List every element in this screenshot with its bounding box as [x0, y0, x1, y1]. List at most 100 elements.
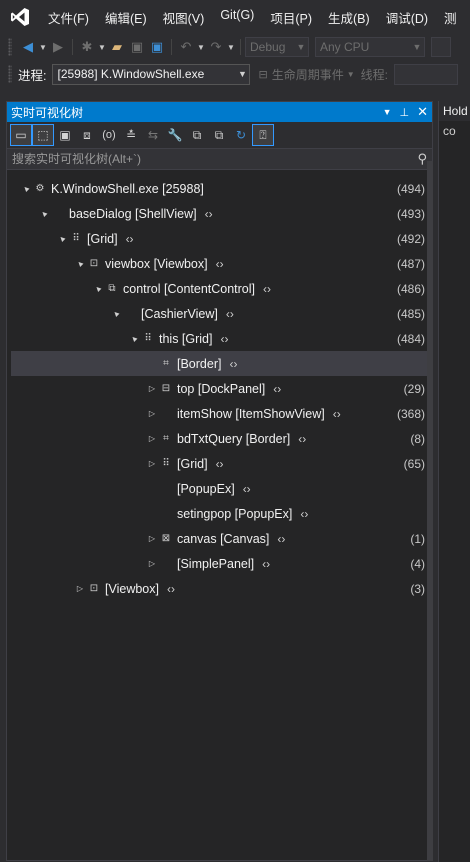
collapse-arrow-icon[interactable]: ▲ [36, 205, 52, 221]
go-to-source-icon[interactable]: ‹› [277, 532, 285, 546]
show-in-app-toolbar-icon[interactable]: ▭ [10, 124, 32, 146]
tree-row[interactable]: [PopupEx] ‹› [11, 476, 427, 501]
toolbar-grip[interactable] [8, 65, 12, 83]
go-to-source-icon[interactable]: ‹› [298, 432, 306, 446]
menu-item[interactable]: 编辑(E) [97, 8, 155, 27]
tree-node-label: [Grid] [177, 456, 208, 471]
tree-row[interactable]: ▲ ⠿ [Grid] ‹› (492) [11, 226, 427, 251]
tree-row[interactable]: ⌗ [Border] ‹› [11, 351, 427, 376]
save-icon[interactable]: ▣ [127, 37, 147, 57]
tree-row[interactable]: ▲ ⚙ K.WindowShell.exe [25988] (494) [11, 176, 427, 201]
chevron-down-icon[interactable]: ▼ [347, 70, 355, 79]
dropdown-arrow-icon[interactable]: ▼ [196, 37, 206, 57]
tree-row[interactable]: ▲ ⊡ viewbox [Viewbox] ‹› (487) [11, 251, 427, 276]
search-input[interactable] [12, 152, 392, 166]
go-to-source-icon[interactable]: ‹› [216, 257, 224, 271]
tree-row[interactable]: ▷ [SimplePanel] ‹› (4) [11, 551, 427, 576]
go-to-source-icon[interactable]: ‹› [273, 382, 281, 396]
tree-row[interactable]: ▷ ⌗ bdTxtQuery [Border] ‹› (8) [11, 426, 427, 451]
collapse-arrow-icon[interactable]: ▲ [126, 330, 142, 346]
go-to-source-icon[interactable]: ‹› [262, 557, 270, 571]
undo-icon[interactable]: ↶ [176, 37, 196, 57]
go-to-source-icon[interactable]: ‹› [263, 282, 271, 296]
binding-failures-icon[interactable]: (o) [98, 124, 120, 146]
dropdown-arrow-icon[interactable]: ▼ [226, 37, 236, 57]
toggle-preview-icon[interactable]: ⇆ [142, 124, 164, 146]
tree-row[interactable]: ▲ ⧉ control [ContentControl] ‹› (486) [11, 276, 427, 301]
tree-row[interactable]: setingpop [PopupEx] ‹› [11, 501, 427, 526]
collapse-arrow-icon[interactable]: ▲ [108, 305, 124, 321]
settings-wrench-icon[interactable]: 🔧 [164, 124, 186, 146]
tree-row[interactable]: ▲ ⠿ this [Grid] ‹› (484) [11, 326, 427, 351]
tree-row[interactable]: ▷ ⊟ top [DockPanel] ‹› (29) [11, 376, 427, 401]
track-focused-element-icon[interactable]: ⧈ [76, 124, 98, 146]
open-folder-icon[interactable]: ▰ [107, 37, 127, 57]
close-icon[interactable]: ✕ [417, 104, 428, 120]
tree-row[interactable]: ▷ ⊠ canvas [Canvas] ‹› (1) [11, 526, 427, 551]
expand-all-icon[interactable]: ⧉ [186, 124, 208, 146]
panel-title-bar[interactable]: 实时可视化树 ▼ ⊥ ✕ [7, 102, 432, 122]
lifecycle-events-label[interactable]: 生命周期事件 [272, 66, 344, 83]
redo-icon[interactable]: ↷ [206, 37, 226, 57]
lifecycle-events-icon[interactable]: ⊟ [258, 68, 267, 81]
menu-item[interactable]: 调试(D) [378, 8, 436, 27]
collapse-arrow-icon[interactable]: ▲ [72, 255, 88, 271]
window-position-dropdown-icon[interactable]: ▼ [383, 107, 392, 117]
visual-studio-logo-icon[interactable] [0, 0, 40, 34]
expand-arrow-icon[interactable]: ▷ [145, 384, 159, 393]
expand-arrow-icon[interactable]: ▷ [145, 534, 159, 543]
right-panel-item[interactable]: co [439, 121, 470, 141]
go-to-source-icon[interactable]: ‹› [243, 482, 251, 496]
expand-arrow-icon[interactable]: ▷ [145, 434, 159, 443]
go-to-source-icon[interactable]: ‹› [229, 357, 237, 371]
go-to-source-icon[interactable]: ‹› [221, 332, 229, 346]
expand-arrow-icon[interactable]: ▷ [145, 559, 159, 568]
collapse-arrow-icon[interactable]: ▲ [54, 230, 70, 246]
go-to-source-icon[interactable]: ‹› [205, 207, 213, 221]
expand-arrow-icon[interactable]: ▷ [145, 459, 159, 468]
dropdown-arrow-icon[interactable]: ▼ [38, 37, 48, 57]
go-to-source-icon[interactable]: ‹› [167, 582, 175, 596]
menu-item[interactable]: 项目(P) [262, 8, 320, 27]
tree-row[interactable]: ▲ baseDialog [ShellView] ‹› (493) [11, 201, 427, 226]
new-project-icon[interactable]: ✱ [77, 37, 97, 57]
tree-row[interactable]: ▷ ⊡ [Viewbox] ‹› (3) [11, 576, 427, 601]
go-to-source-icon[interactable]: ‹› [216, 457, 224, 471]
expand-arrow-icon[interactable]: ▷ [73, 584, 87, 593]
platform-select[interactable]: Any CPU ▼ [315, 37, 425, 57]
tree-row[interactable]: ▷ ⠿ [Grid] ‹› (65) [11, 451, 427, 476]
display-layout-adorners-icon[interactable]: ▣ [54, 124, 76, 146]
thread-select[interactable] [393, 63, 458, 85]
menu-item[interactable]: Git(G) [212, 8, 262, 27]
toolbar-grip[interactable] [8, 38, 12, 56]
process-select[interactable]: [25988] K.WindowShell.exe ▼ [52, 63, 251, 85]
tree-row[interactable]: ▲ [CashierView] ‹› (485) [11, 301, 427, 326]
vertical-scrollbar[interactable] [427, 161, 433, 861]
go-to-source-icon[interactable]: ‹› [333, 407, 341, 421]
just-my-xaml-icon[interactable]: ⍰ [252, 124, 274, 146]
pin-icon[interactable]: ⊥ [400, 106, 410, 119]
back-icon[interactable]: ◀ [18, 37, 38, 57]
refresh-icon[interactable]: ↻ [230, 124, 252, 146]
go-to-source-icon[interactable]: ‹› [126, 232, 134, 246]
expand-arrow-icon[interactable]: ▷ [145, 409, 159, 418]
search-icon[interactable]: ⚲ [417, 151, 427, 167]
collapse-all-icon[interactable]: ⧉ [208, 124, 230, 146]
go-to-source-icon[interactable]: ‹› [300, 507, 308, 521]
hot-reload-icon[interactable]: ≛ [120, 124, 142, 146]
collapse-arrow-icon[interactable]: ▲ [18, 180, 34, 196]
menu-item[interactable]: 视图(V) [155, 8, 213, 27]
select-element-icon[interactable]: ⬚ [32, 124, 54, 146]
menu-item[interactable]: 文件(F) [40, 8, 97, 27]
menu-item[interactable]: 测 [436, 8, 465, 27]
save-all-icon[interactable]: ▣ [147, 37, 167, 57]
tree-row[interactable]: ▷ itemShow [ItemShowView] ‹› (368) [11, 401, 427, 426]
forward-icon[interactable]: ▶ [48, 37, 68, 57]
right-panel-title[interactable]: Hold [439, 101, 470, 121]
go-to-source-icon[interactable]: ‹› [226, 307, 234, 321]
startup-project-select[interactable] [431, 37, 451, 57]
menu-item[interactable]: 生成(B) [320, 8, 378, 27]
dropdown-arrow-icon[interactable]: ▼ [97, 37, 107, 57]
configuration-select[interactable]: Debug ▼ [245, 37, 309, 57]
collapse-arrow-icon[interactable]: ▲ [90, 280, 106, 296]
